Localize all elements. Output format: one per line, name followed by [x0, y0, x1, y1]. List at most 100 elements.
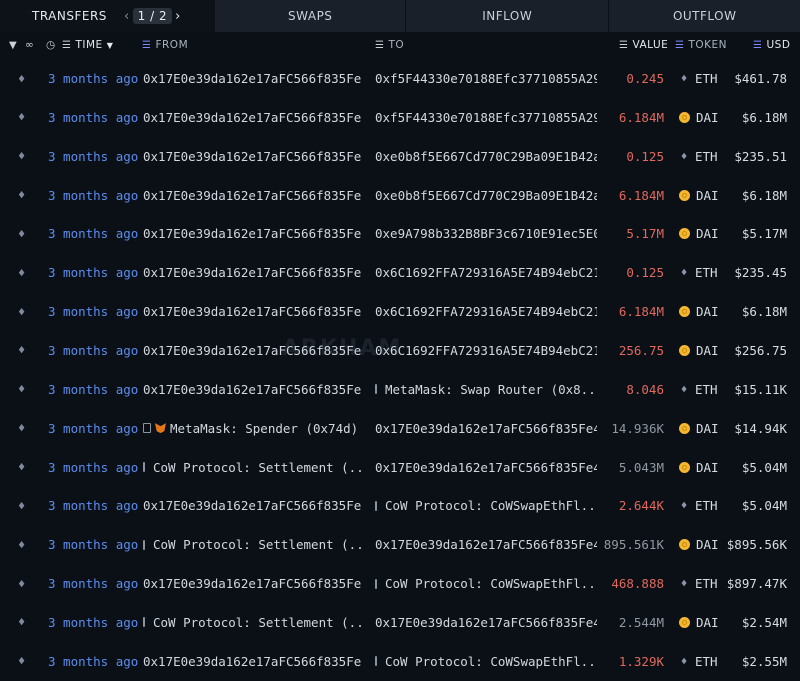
time-link[interactable]: 3 months ago: [48, 149, 138, 164]
from-address[interactable]: 0x17E0e39da162e17aFC566f835Fe4...: [143, 71, 361, 86]
tab-swaps[interactable]: SWAPS: [215, 0, 405, 32]
table-row[interactable]: ♦ 3 months ago 0x17E0e39da162e17aFC566f835…: [0, 642, 800, 681]
from-address[interactable]: MetaMask: Spender (0x74d): [143, 421, 361, 436]
token-cell[interactable]: DAI: [679, 421, 719, 436]
to-header[interactable]: ☰ TO: [375, 39, 404, 51]
table-row[interactable]: ♦ 3 months ago 0x17E0e39da162e17aFC566f835…: [0, 486, 800, 525]
time-link[interactable]: 3 months ago: [48, 71, 138, 86]
time-link[interactable]: 3 months ago: [48, 654, 138, 669]
table-row[interactable]: ♦ 3 months ago 0x17E0e39da162e17aFC566f835…: [0, 98, 800, 137]
to-address[interactable]: 0x17E0e39da162e17aFC566f835Fe4...: [375, 615, 597, 630]
token-cell[interactable]: DAI: [679, 226, 719, 241]
from-address[interactable]: CoW Protocol: Settlement (...: [143, 615, 361, 630]
token-cell[interactable]: DAI: [679, 304, 719, 319]
from-address[interactable]: 0x17E0e39da162e17aFC566f835Fe4...: [143, 576, 361, 591]
from-address[interactable]: 0x17E0e39da162e17aFC566f835Fe4...: [143, 343, 361, 358]
to-address[interactable]: 0x17E0e39da162e17aFC566f835Fe4...: [375, 537, 597, 552]
to-address[interactable]: 0xe9A798b332B8BF3c6710E91ec5E0...: [375, 226, 597, 241]
time-link[interactable]: 3 months ago: [48, 615, 138, 630]
eth-token-icon: ♦: [680, 499, 688, 513]
time-link[interactable]: 3 months ago: [48, 498, 138, 513]
token-cell[interactable]: DAI: [679, 460, 719, 475]
token-header[interactable]: ☰ TOKEN: [675, 39, 727, 51]
time-link[interactable]: 3 months ago: [48, 226, 138, 241]
from-header[interactable]: ☰ FROM: [142, 39, 188, 51]
table-row[interactable]: ♦ 3 months ago 0x17E0e39da162e17aFC566f835…: [0, 564, 800, 603]
from-address[interactable]: 0x17E0e39da162e17aFC566f835Fe4...: [143, 382, 361, 397]
table-row[interactable]: ♦ 3 months ago CoW Protocol: Settlement (.…: [0, 448, 800, 487]
link-icon[interactable]: ∞: [25, 39, 34, 51]
table-row[interactable]: ♦ 3 months ago 0x17E0e39da162e17aFC566f835…: [0, 214, 800, 253]
time-link[interactable]: 3 months ago: [48, 304, 138, 319]
clock-icon[interactable]: ◷: [46, 39, 56, 51]
tab-transfers[interactable]: TRANSFERS ‹ 1 / 2 ›: [0, 0, 216, 32]
usd-amount: $6.18M: [741, 304, 787, 320]
from-address[interactable]: 0x17E0e39da162e17aFC566f835Fe4...: [143, 149, 361, 164]
from-address[interactable]: 0x17E0e39da162e17aFC566f835Fe4...: [143, 265, 361, 280]
time-link[interactable]: 3 months ago: [48, 576, 138, 591]
token-cell[interactable]: DAI: [679, 110, 719, 125]
table-row[interactable]: ♦ 3 months ago 0x17E0e39da162e17aFC566f835…: [0, 59, 800, 98]
time-link[interactable]: 3 months ago: [48, 460, 138, 475]
time-link[interactable]: 3 months ago: [48, 537, 138, 552]
value-filter-icon: ☰: [619, 39, 629, 51]
to-address[interactable]: 0x6C1692FFA729316A5E74B94ebC21...: [375, 304, 597, 319]
table-row[interactable]: ♦ 3 months ago 0x17E0e39da162e17aFC566f835…: [0, 253, 800, 292]
filter-icon[interactable]: ▼: [9, 40, 17, 51]
value-header[interactable]: ☰ VALUE: [619, 39, 668, 51]
time-link[interactable]: 3 months ago: [48, 188, 138, 203]
from-address[interactable]: 0x17E0e39da162e17aFC566f835Fe4...: [143, 226, 361, 241]
token-cell[interactable]: ♦ ETH: [679, 576, 718, 591]
to-address[interactable]: CoW Protocol: CoWSwapEthFl...: [375, 498, 597, 513]
tab-inflow[interactable]: INFLOW: [404, 0, 609, 32]
from-address[interactable]: 0x17E0e39da162e17aFC566f835Fe4...: [143, 188, 361, 203]
from-address[interactable]: CoW Protocol: Settlement (...: [143, 537, 361, 552]
time-link[interactable]: 3 months ago: [48, 265, 138, 280]
time-link[interactable]: 3 months ago: [48, 343, 138, 358]
time-header[interactable]: ☰ TIME ▼: [62, 39, 113, 51]
from-address[interactable]: 0x17E0e39da162e17aFC566f835Fe4...: [143, 654, 361, 669]
to-address[interactable]: MetaMask: Swap Router (0x8...: [375, 382, 597, 397]
to-address[interactable]: 0xe0b8f5E667Cd770C29Ba09E1B42a...: [375, 188, 597, 203]
time-link[interactable]: 3 months ago: [48, 421, 138, 436]
prev-page-icon[interactable]: ‹: [121, 9, 133, 24]
table-row[interactable]: ♦ 3 months ago MetaMask: Spender (0x74d) 0x…: [0, 409, 800, 448]
from-address[interactable]: 0x17E0e39da162e17aFC566f835Fe4...: [143, 304, 361, 319]
token-cell[interactable]: ♦ ETH: [679, 654, 718, 669]
to-address[interactable]: CoW Protocol: CoWSwapEthFl...: [375, 576, 597, 591]
token-cell[interactable]: DAI: [679, 188, 719, 203]
table-row[interactable]: ♦ 3 months ago 0x17E0e39da162e17aFC566f835…: [0, 331, 800, 370]
usd-header[interactable]: ☰ USD: [753, 39, 790, 51]
from-address[interactable]: 0x17E0e39da162e17aFC566f835Fe4...: [143, 498, 361, 513]
to-address[interactable]: 0x6C1692FFA729316A5E74B94ebC21...: [375, 343, 597, 358]
token-cell[interactable]: DAI: [679, 343, 719, 358]
token-cell[interactable]: ♦ ETH: [679, 265, 718, 280]
to-address[interactable]: CoW Protocol: CoWSwapEthFl...: [375, 654, 597, 669]
to-address-label: CoW Protocol: CoWSwapEthFl...: [385, 653, 597, 669]
next-page-icon[interactable]: ›: [172, 9, 184, 24]
to-address[interactable]: 0xe0b8f5E667Cd770C29Ba09E1B42a...: [375, 149, 597, 164]
token-cell[interactable]: ♦ ETH: [679, 71, 718, 86]
tab-outflow[interactable]: OUTFLOW: [608, 0, 800, 32]
to-address[interactable]: 0x17E0e39da162e17aFC566f835Fe4...: [375, 460, 597, 475]
to-address[interactable]: 0x6C1692FFA729316A5E74B94ebC21...: [375, 265, 597, 280]
from-address[interactable]: 0x17E0e39da162e17aFC566f835Fe4...: [143, 110, 361, 125]
time-link[interactable]: 3 months ago: [48, 382, 138, 397]
token-cell[interactable]: ♦ ETH: [679, 149, 718, 164]
token-cell[interactable]: DAI: [679, 537, 719, 552]
to-address[interactable]: 0xf5F44330e70188Efc37710855A29...: [375, 71, 597, 86]
table-row[interactable]: ♦ 3 months ago 0x17E0e39da162e17aFC566f835…: [0, 137, 800, 176]
time-link[interactable]: 3 months ago: [48, 110, 138, 125]
table-row[interactable]: ♦ 3 months ago 0x17E0e39da162e17aFC566f835…: [0, 292, 800, 331]
to-address[interactable]: 0x17E0e39da162e17aFC566f835Fe4...: [375, 421, 597, 436]
token-cell[interactable]: ♦ ETH: [679, 498, 718, 513]
dai-token-icon: [679, 189, 690, 201]
table-row[interactable]: ♦ 3 months ago 0x17E0e39da162e17aFC566f835…: [0, 370, 800, 409]
token-cell[interactable]: ♦ ETH: [679, 382, 718, 397]
to-address[interactable]: 0xf5F44330e70188Efc37710855A29...: [375, 110, 597, 125]
from-address[interactable]: CoW Protocol: Settlement (...: [143, 460, 361, 475]
table-row[interactable]: ♦ 3 months ago CoW Protocol: Settlement (.…: [0, 603, 800, 642]
token-cell[interactable]: DAI: [679, 615, 719, 630]
table-row[interactable]: ♦ 3 months ago 0x17E0e39da162e17aFC566f835…: [0, 176, 800, 215]
table-row[interactable]: ♦ 3 months ago CoW Protocol: Settlement (.…: [0, 525, 800, 564]
